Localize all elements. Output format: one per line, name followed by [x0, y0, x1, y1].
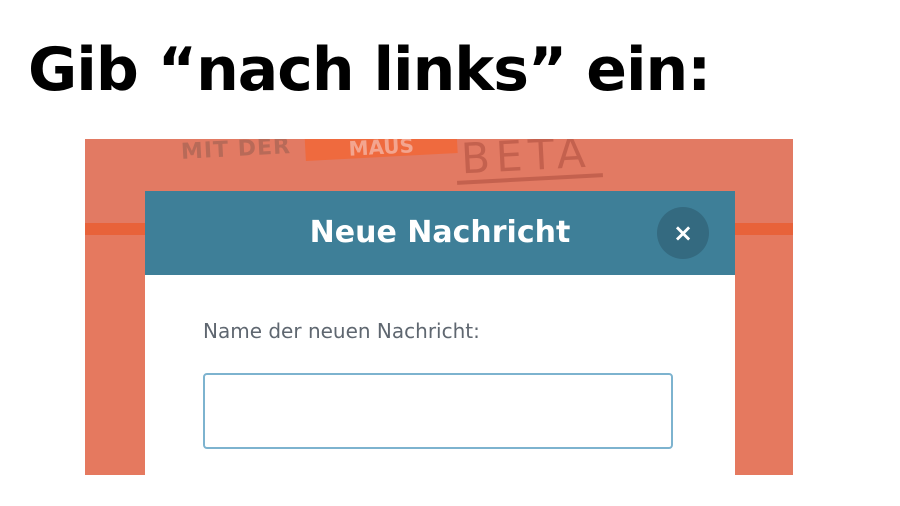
close-button[interactable]: ×	[657, 207, 709, 259]
message-name-input[interactable]	[203, 373, 673, 449]
close-icon: ×	[672, 219, 694, 247]
instruction-heading: Gib “nach links” ein:	[28, 35, 711, 105]
dialog-title: Neue Nachricht	[309, 215, 571, 250]
message-name-label: Name der neuen Nachricht:	[203, 319, 480, 343]
app-screen: MIT DER MAUS BETA Neue Nachricht × Name …	[85, 139, 793, 475]
new-message-dialog: Neue Nachricht × Name der neuen Nachrich…	[145, 191, 735, 475]
dialog-header: Neue Nachricht ×	[145, 191, 735, 275]
